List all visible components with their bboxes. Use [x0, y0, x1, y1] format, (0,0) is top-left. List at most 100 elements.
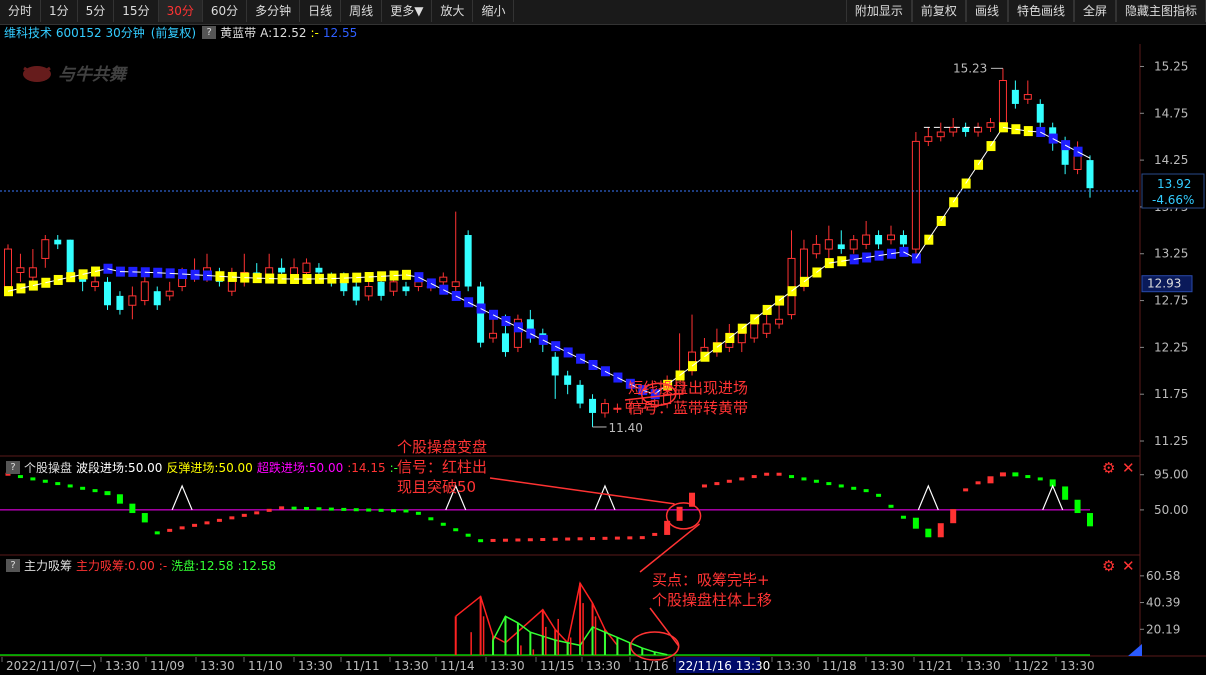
candle-body-up — [41, 239, 50, 259]
candle-body-up — [911, 140, 920, 250]
band-segment — [837, 256, 847, 267]
panel2-settings-icon[interactable]: ⚙ — [1102, 461, 1115, 476]
panel2-dot — [764, 472, 770, 476]
panel2-dot — [279, 506, 285, 510]
band-segment — [178, 269, 188, 280]
candle-body-up — [887, 234, 896, 241]
help-icon[interactable]: ? — [202, 26, 217, 39]
price-tick-label: 12.25 — [1154, 340, 1188, 354]
period-button[interactable]: 多分钟 — [247, 0, 301, 22]
panel2-value: :- — [389, 461, 399, 475]
period-button[interactable]: 缩小 — [473, 0, 515, 22]
indicator-name[interactable]: 黄蓝带 — [220, 25, 256, 41]
band-segment — [28, 280, 38, 291]
panel3-pointer — [649, 607, 680, 647]
tool-button[interactable]: 前复权 — [911, 0, 966, 22]
period-button[interactable]: 15分 — [114, 0, 159, 22]
candle-body-down — [253, 272, 261, 278]
band-line — [182, 273, 195, 276]
band-line — [70, 273, 83, 278]
tool-button[interactable]: 隐藏主图指标 — [1115, 0, 1206, 22]
panel2-dot — [192, 523, 198, 527]
panel2-close-icon[interactable]: ✕ — [1122, 461, 1135, 476]
candle-body-up — [364, 286, 373, 297]
band-segment — [887, 248, 897, 259]
band-line — [766, 300, 780, 311]
tool-button[interactable]: 全屏 — [1073, 0, 1116, 22]
main-annotation-text: 信号：蓝带转黄带 — [628, 399, 748, 417]
band-line — [1052, 138, 1066, 146]
band-segment — [688, 361, 698, 372]
panel2-bar — [104, 491, 111, 496]
candle-body-down — [962, 127, 970, 133]
panel2-dot — [726, 479, 732, 483]
period-button[interactable]: 30分 — [158, 0, 203, 22]
candle-body-down — [501, 333, 509, 353]
band-line — [480, 308, 494, 316]
period-button[interactable]: 60分 — [203, 0, 248, 22]
band-segment — [165, 268, 175, 279]
band-segment — [265, 273, 275, 284]
band-line — [704, 346, 718, 358]
panel2-bar — [1012, 472, 1019, 477]
price-tick-label: 11.75 — [1154, 387, 1188, 401]
panel2-dot — [602, 536, 608, 540]
band-segment — [1048, 133, 1058, 144]
band-segment — [252, 273, 262, 284]
period-button[interactable]: 放大 — [432, 0, 474, 22]
band-segment — [936, 215, 946, 226]
band-line — [890, 251, 904, 255]
band-segment — [874, 250, 884, 261]
panel2-dot — [490, 538, 496, 542]
band-line — [940, 201, 954, 222]
price-tick-label: 11.25 — [1154, 434, 1188, 448]
band-segment — [202, 270, 212, 281]
panel3-settings-icon[interactable]: ⚙ — [1102, 559, 1115, 574]
stock-title[interactable]: 维科技术 600152 30分钟 — [0, 25, 145, 41]
panel2-name[interactable]: 个股操盘 — [24, 460, 72, 476]
band-segment — [961, 178, 971, 189]
panel2-dot — [303, 506, 309, 510]
panel3-name[interactable]: 主力吸筹 — [24, 558, 72, 574]
panel2-dot — [963, 488, 969, 492]
tool-button[interactable]: 特色画线 — [1007, 0, 1074, 22]
candle-body-up — [675, 374, 684, 395]
tool-button[interactable]: 画线 — [965, 0, 1008, 22]
panel2-dot — [30, 477, 36, 481]
candle-body-up — [240, 271, 249, 283]
panel2-help-icon[interactable]: ? — [6, 461, 20, 474]
band-line — [604, 370, 618, 378]
period-button[interactable]: 5分 — [78, 0, 115, 22]
period-button[interactable]: 更多▼ — [382, 0, 433, 22]
panel2-triangle-marker — [445, 484, 467, 511]
period-button[interactable]: 日线 — [300, 0, 342, 22]
price-tick-label: 13.25 — [1154, 247, 1188, 261]
x-axis-label: 11/16 — [634, 659, 669, 673]
panel2-dot — [229, 516, 235, 520]
candle-body-up — [762, 323, 771, 334]
period-button[interactable]: 周线 — [341, 0, 383, 22]
indicator-b-value: 12.55 — [322, 26, 358, 40]
panel2-dot — [502, 538, 508, 542]
candle-body-up — [302, 262, 311, 273]
panel3-close-icon[interactable]: ✕ — [1122, 559, 1135, 574]
band-segment — [750, 314, 760, 325]
candle-body-down — [116, 295, 124, 310]
panel2-annotation-text: 现且突破50 — [397, 478, 476, 496]
candle-body-down — [66, 239, 74, 278]
period-button[interactable]: 1分 — [41, 0, 78, 22]
tool-button[interactable]: 附加显示 — [845, 0, 912, 22]
band-line — [194, 274, 208, 276]
band-line — [505, 320, 519, 328]
band-line — [169, 272, 183, 275]
band-line — [20, 285, 33, 289]
candle-body-up — [625, 403, 634, 409]
candle-body-up — [202, 267, 211, 278]
panel3-help-icon[interactable]: ? — [6, 559, 20, 572]
panel2-dot — [55, 482, 61, 486]
period-button[interactable]: 分时 — [0, 0, 42, 22]
band-line — [729, 328, 743, 339]
indicator-dash: :- — [310, 26, 319, 40]
band-segment — [762, 304, 772, 315]
band-segment — [290, 274, 300, 285]
